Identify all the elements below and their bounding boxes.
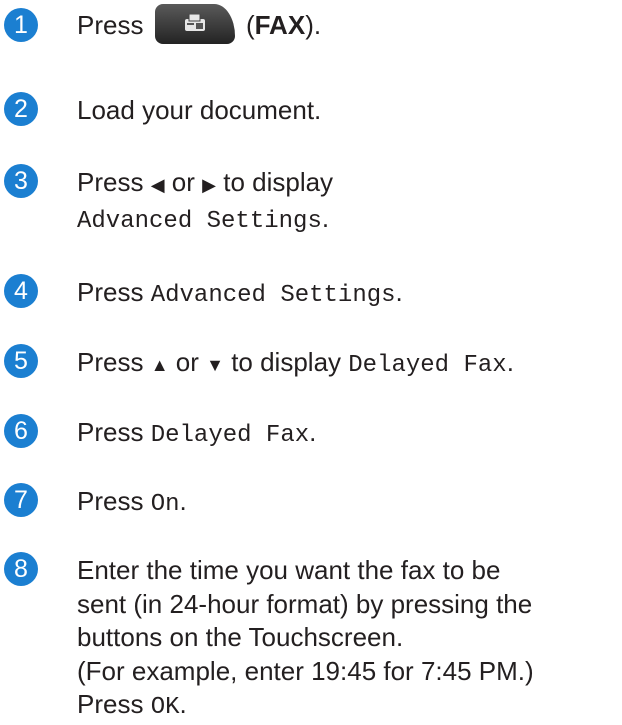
step-number: 6 [4, 414, 38, 448]
step-text: Press Advanced Settings. [77, 277, 403, 309]
menu-option: Advanced Settings [150, 282, 396, 309]
fax-icon [184, 14, 205, 32]
menu-option: OK [150, 694, 180, 721]
step-number: 7 [4, 483, 38, 517]
step-text: Press Delayed Fax. [77, 417, 317, 449]
step-text: Press (FAX). [77, 4, 321, 45]
step-text: Enter the time you want the fax to be se… [77, 555, 534, 721]
step-number: 3 [4, 164, 38, 198]
up-arrow-icon: ▲ [150, 355, 169, 375]
step-number: 2 [4, 92, 38, 126]
menu-option: Delayed Fax [348, 352, 507, 379]
step-number: 5 [4, 344, 38, 378]
menu-option: On [150, 491, 180, 518]
menu-option: Delayed Fax [150, 422, 310, 449]
left-arrow-icon: ◀ [150, 175, 165, 195]
right-arrow-icon: ▶ [202, 175, 216, 195]
menu-option: Advanced Settings [77, 208, 322, 235]
fax-button [154, 4, 235, 45]
fax-label: FAX [254, 10, 306, 40]
step-number: 4 [4, 274, 38, 308]
down-arrow-icon: ▼ [206, 355, 224, 375]
step-text: Press On. [77, 486, 187, 518]
step-text: Press ▲ or ▼ to display Delayed Fax. [77, 347, 514, 379]
step-text: Load your document. [77, 95, 322, 125]
step-number: 8 [4, 552, 38, 586]
step-number: 1 [4, 8, 38, 42]
step-text: Press ◀ or ▶ to display Advanced Setting… [77, 167, 334, 235]
